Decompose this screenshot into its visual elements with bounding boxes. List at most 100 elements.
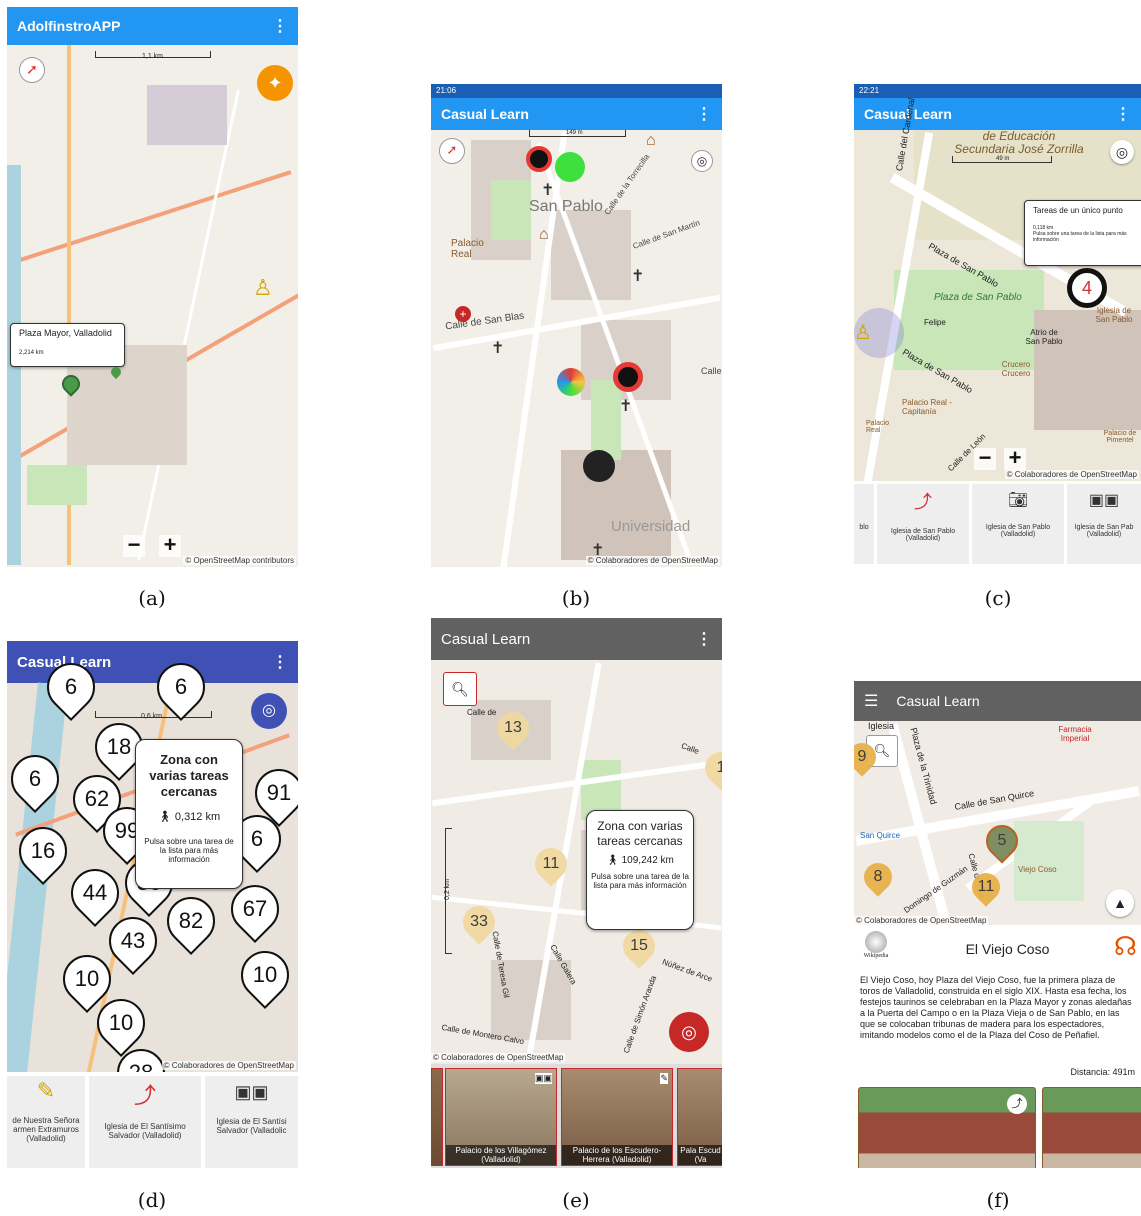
panel-a: AdolfinstroAPP ⋮ 1,1 km ➚ ✦ ♙ Plaza Mayo… — [7, 7, 298, 567]
cluster-popup[interactable]: Zona con varias tareas cercanas 🚶︎ 109,2… — [586, 810, 694, 930]
overflow-menu-icon[interactable]: ⋮ — [696, 629, 712, 649]
place-label: Palacio Real — [866, 420, 889, 434]
overflow-menu-icon[interactable]: ⋮ — [272, 16, 288, 36]
locate-button[interactable]: ◎ — [251, 693, 287, 729]
task-card-list[interactable]: blo ⤴ Iglesia de San Pablo (Valladolid) … — [854, 481, 1141, 567]
task-marker-icon[interactable] — [557, 368, 585, 396]
task-card-list[interactable]: ▣▣ Palacio de los Villagómez (Valladolid… — [431, 1064, 722, 1168]
overflow-menu-icon[interactable]: ⋮ — [696, 104, 712, 124]
path-task-icon: ⤴ — [914, 492, 932, 512]
popup-title: Tareas de un único punto — [1033, 206, 1123, 215]
task-pin[interactable]: 11 — [966, 867, 1006, 907]
map-view[interactable]: de Educación Secundaria José Zorrilla 49… — [854, 97, 1141, 488]
app-bar: ☰ Casual Learn — [854, 681, 1141, 721]
map-view[interactable]: 🔍︎ 0,2 km 13 1 11 33 15 Zona con varias … — [431, 660, 722, 1064]
pegman-icon[interactable]: ♙ — [253, 275, 273, 301]
walking-icon: 🚶︎ — [606, 855, 622, 866]
scale-label: 49 m — [996, 156, 1010, 162]
compass-icon[interactable]: ➚ — [19, 57, 45, 83]
scale-label: 1,1 km — [142, 53, 164, 60]
place-label: Palacio de Pimentel — [1103, 430, 1137, 444]
cluster-pin[interactable]: 10 — [231, 941, 298, 1009]
app-bar: AdolfinstroAPP ⋮ — [7, 7, 298, 45]
cluster-pin[interactable]: 11 — [528, 841, 574, 887]
caption-f: (f) — [986, 1188, 1010, 1212]
map-attribution: © Colaboradores de OpenStreetMap — [854, 916, 989, 925]
audio-icon[interactable]: ☊ — [1114, 931, 1137, 962]
search-button[interactable]: 🔍︎ — [443, 672, 477, 706]
locate-button[interactable]: ◎ — [669, 1012, 709, 1052]
app-bar: Casual Learn ⋮ — [431, 618, 722, 660]
task-card[interactable]: blo — [854, 484, 874, 564]
overflow-menu-icon[interactable]: ⋮ — [1115, 104, 1131, 124]
app-title: AdolfinstroAPP — [17, 18, 121, 34]
task-marker-icon[interactable] — [613, 362, 643, 392]
task-marker-icon[interactable] — [526, 146, 552, 172]
task-card[interactable]: ⤴ Iglesia de San Pablo (Valladolid) — [877, 484, 969, 564]
location-popup[interactable]: Plaza Mayor, Valladolid 2,214 km — [10, 323, 125, 367]
scale-label: 149 m — [566, 130, 583, 136]
cluster-pin[interactable]: 13 — [490, 705, 536, 751]
overflow-menu-icon[interactable]: ⋮ — [272, 652, 288, 672]
app-bar: Casual Learn ⋮ — [854, 98, 1141, 130]
task-card[interactable]: 📷︎ Iglesia de San Pablo (Valladolid) — [972, 484, 1064, 564]
zoom-out-button[interactable]: − — [123, 534, 145, 557]
zoom-out-button[interactable]: − — [974, 447, 996, 470]
locate-button[interactable]: ✦ — [257, 65, 293, 101]
hamburger-menu-icon[interactable]: ☰ — [864, 691, 878, 711]
popup-hint: Pulsa sobre una tarea de la lista para m… — [591, 872, 689, 890]
map-view[interactable]: 0,6 km ◎ 6 6 18 6 62 91 99 6 16 44 86 82… — [7, 653, 298, 1107]
map-view[interactable]: 1,1 km ➚ ✦ ♙ Plaza Mayor, Valladolid 2,2… — [7, 45, 298, 567]
task-card[interactable]: ⤴ Iglesia de El Santísimo Salvador (Vall… — [89, 1076, 201, 1168]
street-label: Calle — [680, 741, 701, 756]
cluster-popup[interactable]: Zona con varias tareas cercanas 🚶︎ 0,312… — [135, 739, 243, 889]
path-task-icon: ⤴ — [133, 1083, 156, 1108]
task-pin[interactable]: 8 — [858, 857, 898, 897]
church-icon: ✝ — [491, 340, 505, 357]
map-view[interactable]: ➚ ◎ 149 m San Pablo Palacio Real Calle d… — [431, 130, 722, 567]
place-detail: Wikipedia El Viejo Coso ☊ El Viejo Coso,… — [854, 925, 1141, 1168]
task-card-list[interactable]: ✎ de Nuestra Señora armen Extramuros (Va… — [7, 1072, 298, 1168]
navigation-arrow-icon[interactable]: ▲ — [1106, 889, 1134, 917]
street-label: Plaza de San Pablo — [934, 292, 1022, 303]
cluster-pin[interactable]: 15 — [616, 923, 662, 969]
map-attribution: © Colaboradores de OpenStreetMap — [585, 556, 720, 565]
panel-e: Casual Learn ⋮ 🔍︎ 0,2 km 13 1 11 33 15 Z… — [431, 618, 722, 1168]
street-label: Núñez de Arce — [661, 957, 714, 984]
task-card[interactable]: ✎ de Nuestra Señora armen Extramuros (Va… — [7, 1076, 85, 1168]
place-label-san-pablo: San Pablo — [529, 198, 603, 215]
street-label: Calle — [701, 366, 722, 376]
task-card-photo[interactable]: ✎ Palacio de los Escudero-Herrera (Valla… — [561, 1068, 673, 1166]
task-popup[interactable]: Tareas de un único punto 0,118 km Pulsa … — [1024, 200, 1141, 266]
street-label: Calle de Simón Aranda — [621, 974, 659, 1055]
task-card[interactable]: ▣▣ Iglesia de El Santísi Salvador (Valla… — [205, 1076, 298, 1168]
task-marker-icon[interactable] — [583, 450, 615, 482]
task-marker[interactable]: 4 — [1067, 268, 1107, 308]
caption-c: (c) — [984, 586, 1012, 610]
wikipedia-logo-icon[interactable]: Wikipedia — [858, 931, 894, 959]
zoom-in-button[interactable]: + — [159, 534, 181, 557]
status-bar: 21:06 — [431, 84, 722, 98]
task-card-photo[interactable] — [431, 1068, 443, 1166]
wikipedia-label: Wikipedia — [863, 953, 889, 959]
place-photo[interactable] — [1042, 1087, 1141, 1168]
photo-gallery-icon: ▣▣ — [1088, 492, 1120, 509]
map-view[interactable]: 🔍︎ Iglesia Plaza de la Trinidad Calle de… — [854, 721, 1141, 925]
locate-icon[interactable]: ◎ — [1110, 140, 1134, 164]
popup-hint: Pulsa sobre una tarea de la lista para m… — [1033, 231, 1127, 243]
photo-gallery-icon: ▣▣ — [234, 1082, 269, 1102]
pegman-icon[interactable]: ♙ — [854, 308, 904, 358]
pencil-icon: ✎ — [36, 1078, 56, 1103]
task-card-photo[interactable]: Pala Escud (Va — [677, 1068, 722, 1166]
task-card-photo[interactable]: ▣▣ Palacio de los Villagómez (Valladolid… — [445, 1068, 557, 1166]
task-marker-icon[interactable] — [555, 152, 585, 182]
map-title-label: de Educación Secundaria José Zorrilla — [954, 129, 1084, 156]
zoom-in-button[interactable]: + — [1004, 447, 1026, 470]
compass-icon[interactable]: ➚ — [439, 138, 465, 164]
place-label: Crucero Crucero — [1001, 360, 1031, 378]
museum-icon: ⌂ — [539, 226, 549, 243]
place-photo[interactable]: ⤴ — [858, 1087, 1036, 1168]
locate-icon[interactable]: ◎ — [691, 150, 713, 172]
place-label: Viejo Coso — [1018, 865, 1057, 874]
task-card[interactable]: ▣▣ Iglesia de San Pab (Valladolid) — [1067, 484, 1141, 564]
